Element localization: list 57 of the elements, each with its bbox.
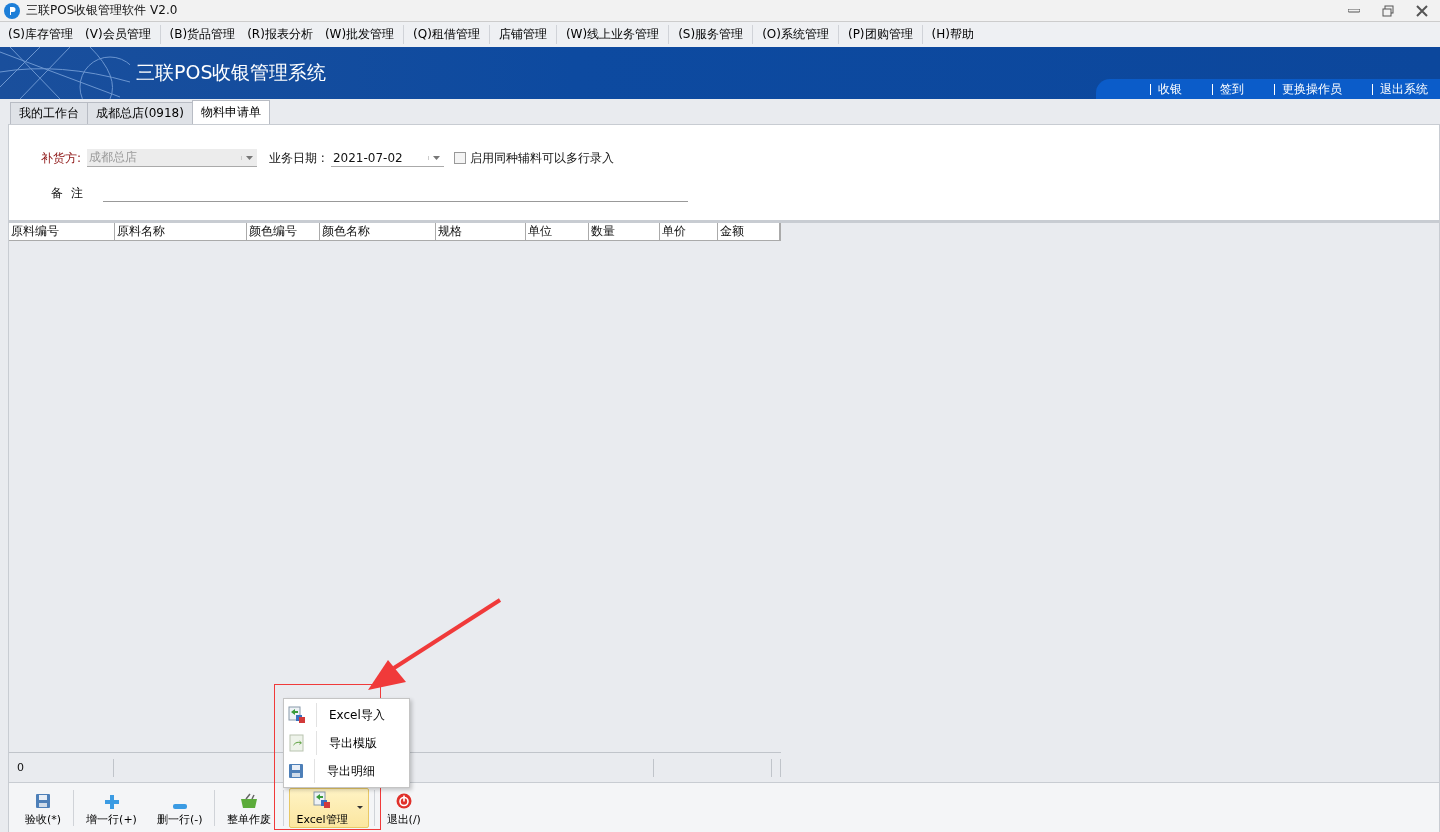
toolbar-button[interactable]: 删一行(-): [149, 787, 210, 828]
checkbox[interactable]: [453, 152, 466, 164]
plus-icon: [104, 794, 119, 809]
menu-item[interactable]: (W)线上业务管理: [559, 22, 666, 47]
column-header: 颜色编号: [247, 223, 320, 240]
column-header: 金额: [718, 223, 780, 240]
caret-icon: [432, 155, 440, 160]
basket-icon: [240, 792, 259, 809]
checkbox-label: 启用同种辅料可以多行录入: [469, 149, 614, 167]
spreadsheet-import-icon: [313, 790, 332, 809]
network-art-icon: [0, 47, 130, 99]
column-header: 原料名称: [115, 223, 247, 240]
minus-icon: [172, 803, 187, 809]
menu-item[interactable]: (P)团购管理: [841, 22, 919, 47]
banner-link[interactable]: 退出系统: [1372, 83, 1428, 95]
spreadsheet-import-icon: [288, 706, 306, 724]
tab[interactable]: 物料申请单: [191, 100, 270, 124]
minimize-icon: [1348, 8, 1360, 13]
power-icon: [395, 792, 412, 809]
summary-cell: 0: [9, 758, 115, 777]
banner-link[interactable]: 签到: [1212, 83, 1244, 95]
column-header: 单位: [526, 223, 589, 240]
menu-item[interactable]: (O)系统管理: [756, 22, 835, 47]
column-header: 规格: [436, 223, 526, 240]
supplier-label: 补货方:: [41, 149, 82, 167]
column-header: 单价: [660, 223, 718, 240]
app-logo-icon: [4, 2, 20, 19]
tab[interactable]: 我的工作台: [10, 102, 88, 124]
column-header: 数量: [589, 223, 660, 240]
toolbar-button[interactable]: 整单作废: [220, 787, 279, 828]
menu-item[interactable]: (S)服务管理: [672, 22, 750, 47]
banner-link[interactable]: 更换操作员: [1274, 83, 1342, 95]
menu-item[interactable]: (S)库存管理: [2, 22, 79, 47]
close-icon: [1416, 4, 1428, 17]
window-title: 三联POS收银管理软件 V2.0: [26, 2, 179, 19]
menu-item[interactable]: Excel导入: [284, 701, 409, 729]
column-header: 颜色名称: [320, 223, 436, 240]
banner-title: 三联POS收银管理系统: [136, 60, 328, 85]
restore-icon: [1382, 4, 1394, 17]
menu-item[interactable]: (V)会员管理: [79, 22, 157, 47]
menu-item[interactable]: (B)货品管理: [163, 22, 242, 47]
menu-item[interactable]: (Q)租借管理: [407, 22, 486, 47]
banner-link[interactable]: 收银: [1150, 83, 1182, 95]
date-label: 业务日期 :: [269, 149, 325, 167]
tab[interactable]: 成都总店(0918): [87, 102, 193, 124]
menu-item[interactable]: (R)报表分析: [241, 22, 319, 47]
toolbar-button[interactable]: 验收(*): [18, 787, 69, 828]
menu-item[interactable]: 店铺管理: [492, 22, 553, 47]
toolbar-button[interactable]: 增一行(+): [79, 787, 144, 828]
note-label: 备 注: [51, 185, 83, 202]
caret-icon: [246, 155, 254, 160]
menu-item[interactable]: (W)批发管理: [318, 22, 401, 47]
menu-item[interactable]: (H)帮助: [925, 22, 980, 47]
menu-item[interactable]: 导出明细: [284, 757, 409, 785]
menu-item[interactable]: 导出模版: [284, 729, 409, 757]
column-header: 原料编号: [9, 223, 115, 240]
toolbar-button[interactable]: Excel管理: [289, 787, 369, 828]
